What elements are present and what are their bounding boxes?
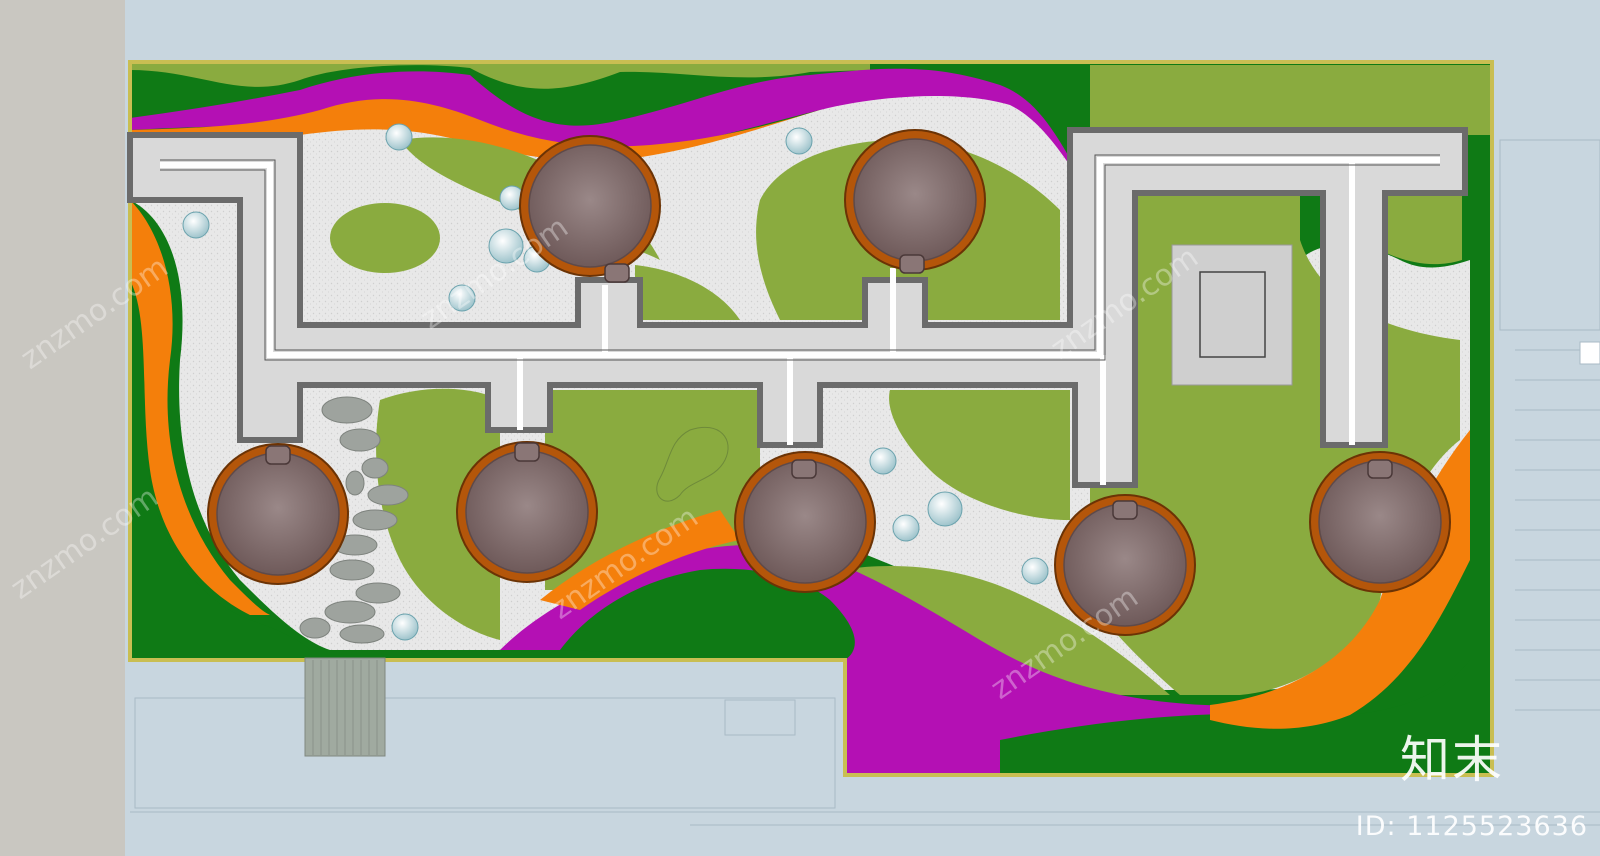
stepping-stone — [339, 428, 381, 452]
stepping-stone — [299, 617, 331, 639]
shrub-ball — [385, 123, 413, 151]
stepping-stone — [345, 470, 365, 496]
watermark-logo: 知末 — [1400, 731, 1504, 789]
shrub-ball — [869, 447, 897, 475]
stepping-stone — [355, 582, 401, 604]
shrub-ball — [1021, 557, 1049, 585]
stepping-stone — [339, 624, 385, 644]
entry-boardwalk — [304, 657, 386, 757]
top-right-lawn-band — [1090, 65, 1492, 135]
shrub-ball — [927, 491, 963, 527]
landscape-plan-canvas: znzmo.com znzmo.com znzmo.com znzmo.com … — [0, 0, 1600, 856]
stepping-stone — [321, 396, 373, 424]
site-plan-drawing: znzmo.com znzmo.com znzmo.com znzmo.com … — [0, 0, 1600, 856]
tree-pool — [456, 441, 598, 583]
lawn-island-small — [330, 203, 440, 273]
left-margin-panel — [0, 0, 125, 856]
shrub-ball — [182, 211, 210, 239]
stepping-stone — [361, 457, 389, 479]
shrub-ball — [785, 127, 813, 155]
watermark-id: ID: 1125523636 — [1355, 811, 1588, 842]
stepping-stone — [324, 600, 376, 624]
stepping-stone — [329, 559, 375, 581]
tree-pool — [207, 443, 349, 585]
tree-pool — [734, 451, 876, 593]
tree-pool — [1309, 451, 1451, 593]
stepping-stone — [352, 509, 398, 531]
stepping-stone — [367, 484, 409, 506]
lawn-right-corner — [1380, 195, 1462, 265]
shrub-ball — [892, 514, 920, 542]
shrub-ball — [391, 613, 419, 641]
